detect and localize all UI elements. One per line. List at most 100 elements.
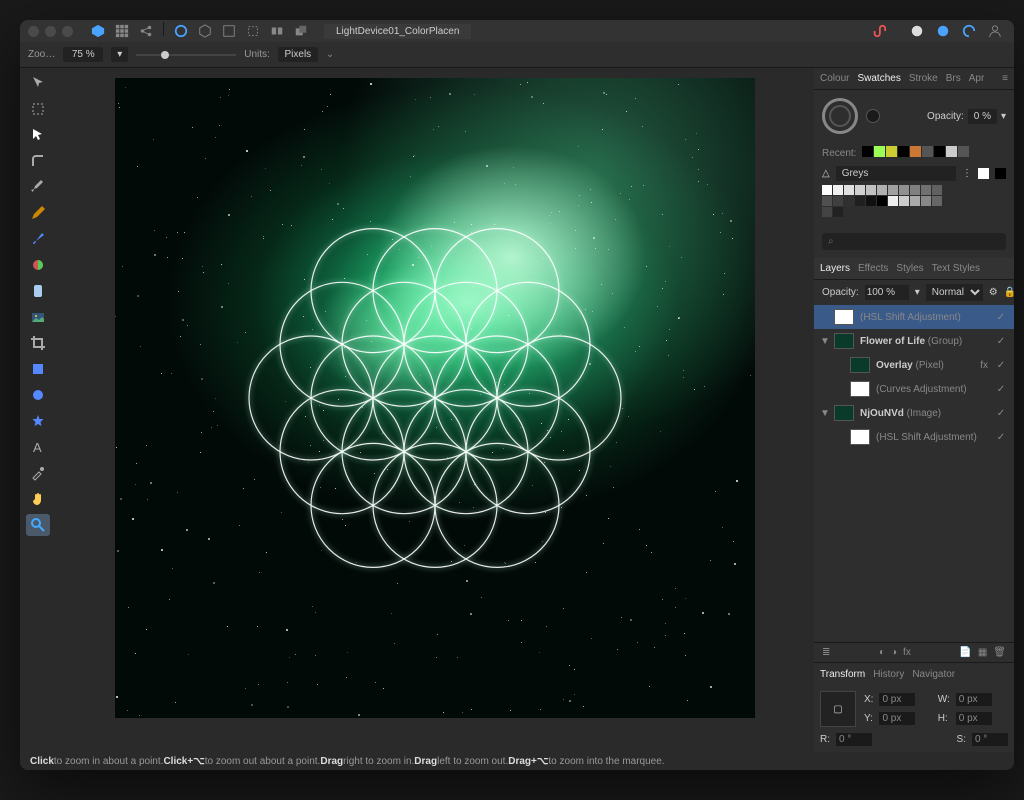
blend-mode-select[interactable]: Normal	[926, 284, 983, 301]
align-icon[interactable]	[266, 22, 288, 40]
recent-swatch[interactable]	[934, 146, 945, 157]
traffic-min-icon[interactable]	[45, 26, 56, 37]
help-icon[interactable]	[932, 22, 954, 40]
place-tool-icon[interactable]	[26, 306, 50, 328]
tab-brushes[interactable]: Brs	[946, 73, 961, 84]
grid-icon[interactable]	[111, 22, 133, 40]
share-icon[interactable]	[135, 22, 157, 40]
grey-swatch[interactable]	[932, 196, 942, 206]
artboard-tool-icon[interactable]	[26, 98, 50, 120]
grey-swatch[interactable]	[921, 185, 931, 195]
traffic-max-icon[interactable]	[62, 26, 73, 37]
r-input[interactable]	[836, 733, 872, 746]
tab-appearance[interactable]: Apr	[969, 73, 985, 84]
layer-opacity-value[interactable]	[865, 285, 909, 300]
grey-swatch[interactable]	[888, 185, 898, 195]
app-logo-icon[interactable]	[87, 22, 109, 40]
tab-history[interactable]: History	[873, 669, 904, 680]
layer-row[interactable]: (HSL Shift Adjustment) ✓	[814, 425, 1014, 449]
ellipse-tool-icon[interactable]	[26, 384, 50, 406]
document-tab[interactable]: LightDevice01_ColorPlacen	[324, 24, 471, 39]
grey-swatch[interactable]	[855, 185, 865, 195]
node-tool-icon[interactable]	[26, 124, 50, 146]
w-input[interactable]	[956, 693, 992, 706]
mask-icon[interactable]: ◐	[879, 647, 885, 658]
grey-swatch[interactable]	[822, 185, 832, 195]
layer-row[interactable]: (HSL Shift Adjustment) ✓	[814, 305, 1014, 329]
tab-text-styles[interactable]: Text Styles	[932, 263, 980, 274]
grey-swatch[interactable]	[844, 196, 854, 206]
arrange-icon[interactable]	[290, 22, 312, 40]
persona-pixel-icon[interactable]	[194, 22, 216, 40]
sync-icon[interactable]	[958, 22, 980, 40]
y-input[interactable]	[879, 712, 915, 725]
grey-swatch[interactable]	[833, 185, 843, 195]
grey-swatch[interactable]	[833, 207, 843, 217]
move-tool-icon[interactable]	[26, 72, 50, 94]
traffic-close-icon[interactable]	[28, 26, 39, 37]
recent-swatch[interactable]	[922, 146, 933, 157]
zoom-tool-icon[interactable]	[26, 514, 50, 536]
fill-tool-icon[interactable]	[26, 254, 50, 276]
anchor-selector[interactable]: ▢	[820, 691, 856, 727]
units-dropdown-icon[interactable]: ⌄	[326, 49, 334, 60]
visibility-check-icon[interactable]: ✓	[994, 384, 1008, 395]
color-selector-icon[interactable]	[822, 98, 858, 134]
grey-swatch[interactable]	[866, 185, 876, 195]
tab-swatches[interactable]: Swatches	[857, 73, 900, 84]
recent-swatch[interactable]	[958, 146, 969, 157]
grey-swatch[interactable]	[877, 196, 887, 206]
recent-swatch[interactable]	[874, 146, 885, 157]
fx-icon[interactable]: fx	[903, 647, 911, 658]
tab-styles[interactable]: Styles	[896, 263, 923, 274]
tab-colour[interactable]: Colour	[820, 73, 849, 84]
recent-swatch[interactable]	[862, 146, 873, 157]
visibility-check-icon[interactable]: ✓	[994, 408, 1008, 419]
grey-swatch[interactable]	[910, 185, 920, 195]
zoom-slider[interactable]	[136, 50, 236, 60]
snapping-toggle-icon[interactable]	[868, 22, 890, 40]
disclosure-icon[interactable]: ▼	[820, 336, 828, 347]
grey-swatch[interactable]	[822, 207, 832, 217]
crop-tool-icon[interactable]	[26, 332, 50, 354]
persona-export-icon[interactable]	[218, 22, 240, 40]
swatch-black[interactable]	[995, 168, 1006, 179]
brush-tool-icon[interactable]	[26, 228, 50, 250]
palette-opts-icon[interactable]: ⋮	[962, 168, 972, 179]
grey-swatch[interactable]	[877, 185, 887, 195]
text-tool-icon[interactable]: A	[26, 436, 50, 458]
tab-stroke[interactable]: Stroke	[909, 73, 938, 84]
snap-icon[interactable]	[242, 22, 264, 40]
grey-swatch[interactable]	[844, 185, 854, 195]
canvas[interactable]	[115, 78, 755, 718]
delete-layer-icon[interactable]: 🗑	[993, 647, 1006, 658]
visibility-check-icon[interactable]: ✓	[994, 360, 1008, 371]
add-layer-icon[interactable]: 📄	[959, 647, 971, 658]
grey-swatch[interactable]	[855, 196, 865, 206]
recent-swatch[interactable]	[898, 146, 909, 157]
layer-row[interactable]: ▼ Flower of Life (Group) ✓	[814, 329, 1014, 353]
eyedropper-tool-icon[interactable]	[26, 462, 50, 484]
grey-swatch[interactable]	[888, 196, 898, 206]
grey-swatch[interactable]	[822, 196, 832, 206]
stroke-well-icon[interactable]	[866, 109, 880, 123]
hand-tool-icon[interactable]	[26, 488, 50, 510]
opacity-value[interactable]: 0 %	[968, 109, 997, 124]
opacity-chevron-icon[interactable]: ▾	[915, 287, 920, 298]
tab-navigator[interactable]: Navigator	[912, 669, 955, 680]
s-input[interactable]	[972, 733, 1008, 746]
layer-row[interactable]: Overlay (Pixel) fx ✓	[814, 353, 1014, 377]
layer-row[interactable]: ▼ NjOuNVd (Image) ✓	[814, 401, 1014, 425]
swatch-white[interactable]	[978, 168, 989, 179]
tab-layers[interactable]: Layers	[820, 263, 850, 274]
canvas-viewport[interactable]	[56, 68, 814, 752]
pencil-tool-icon[interactable]	[26, 202, 50, 224]
palette-name[interactable]: Greys	[836, 166, 956, 181]
units-value[interactable]: Pixels	[278, 47, 318, 62]
visibility-check-icon[interactable]: ✓	[994, 432, 1008, 443]
panel-menu-icon[interactable]: ≡	[1002, 73, 1008, 84]
account-icon[interactable]	[984, 22, 1006, 40]
grey-swatch[interactable]	[932, 185, 942, 195]
pen-tool-icon[interactable]	[26, 176, 50, 198]
grey-swatch[interactable]	[910, 196, 920, 206]
